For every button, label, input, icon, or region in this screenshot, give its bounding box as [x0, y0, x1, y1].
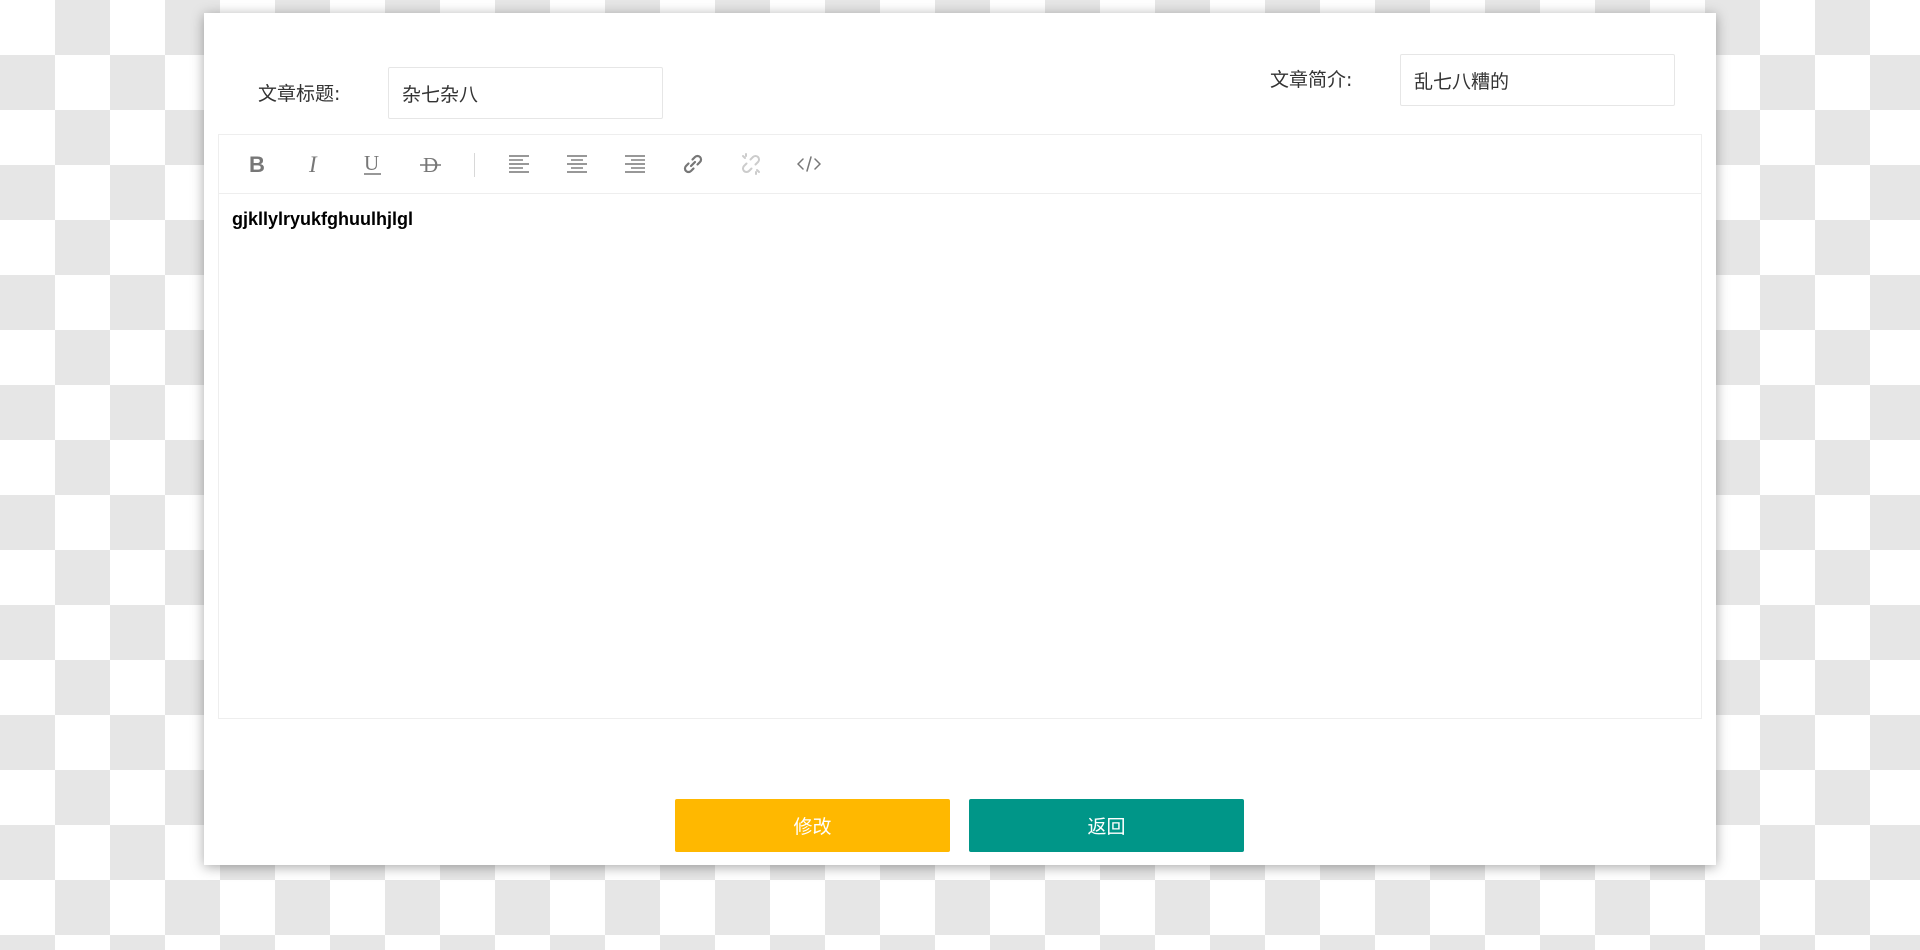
summary-label: 文章简介: — [1270, 69, 1353, 91]
summary-input[interactable] — [1400, 54, 1675, 106]
svg-text:I: I — [308, 152, 318, 176]
unlink-button[interactable] — [731, 144, 771, 184]
editor-toolbar: B I U D — [219, 135, 1701, 194]
bold-button[interactable]: B — [237, 144, 277, 184]
editor-content[interactable]: gjkllylryukfghuulhjlgl — [219, 194, 1701, 244]
toolbar-separator — [474, 153, 475, 177]
rich-text-editor: B I U D gjkllylryukfghuulhjlgl — [218, 134, 1702, 719]
strikethrough-button[interactable]: D — [411, 144, 451, 184]
title-label: 文章标题: — [258, 83, 341, 105]
unlink-icon — [740, 153, 762, 175]
underline-icon: U — [361, 151, 385, 177]
italic-button[interactable]: I — [295, 144, 335, 184]
edit-article-dialog: 文章标题: 文章简介: B I U D — [204, 13, 1716, 865]
back-button[interactable]: 返回 — [969, 799, 1244, 852]
align-center-icon — [566, 154, 588, 174]
italic-icon: I — [304, 152, 326, 176]
link-icon — [682, 153, 704, 175]
align-left-icon — [508, 154, 530, 174]
svg-text:U: U — [364, 151, 379, 175]
link-button[interactable] — [673, 144, 713, 184]
bold-icon: B — [246, 152, 268, 176]
align-right-icon — [624, 154, 646, 174]
strikethrough-icon: D — [419, 152, 443, 176]
svg-text:B: B — [249, 152, 265, 176]
code-button[interactable] — [789, 144, 829, 184]
modify-button[interactable]: 修改 — [675, 799, 950, 852]
underline-button[interactable]: U — [353, 144, 393, 184]
align-left-button[interactable] — [499, 144, 539, 184]
title-input[interactable] — [388, 67, 663, 119]
align-right-button[interactable] — [615, 144, 655, 184]
align-center-button[interactable] — [557, 144, 597, 184]
code-icon — [797, 155, 821, 173]
